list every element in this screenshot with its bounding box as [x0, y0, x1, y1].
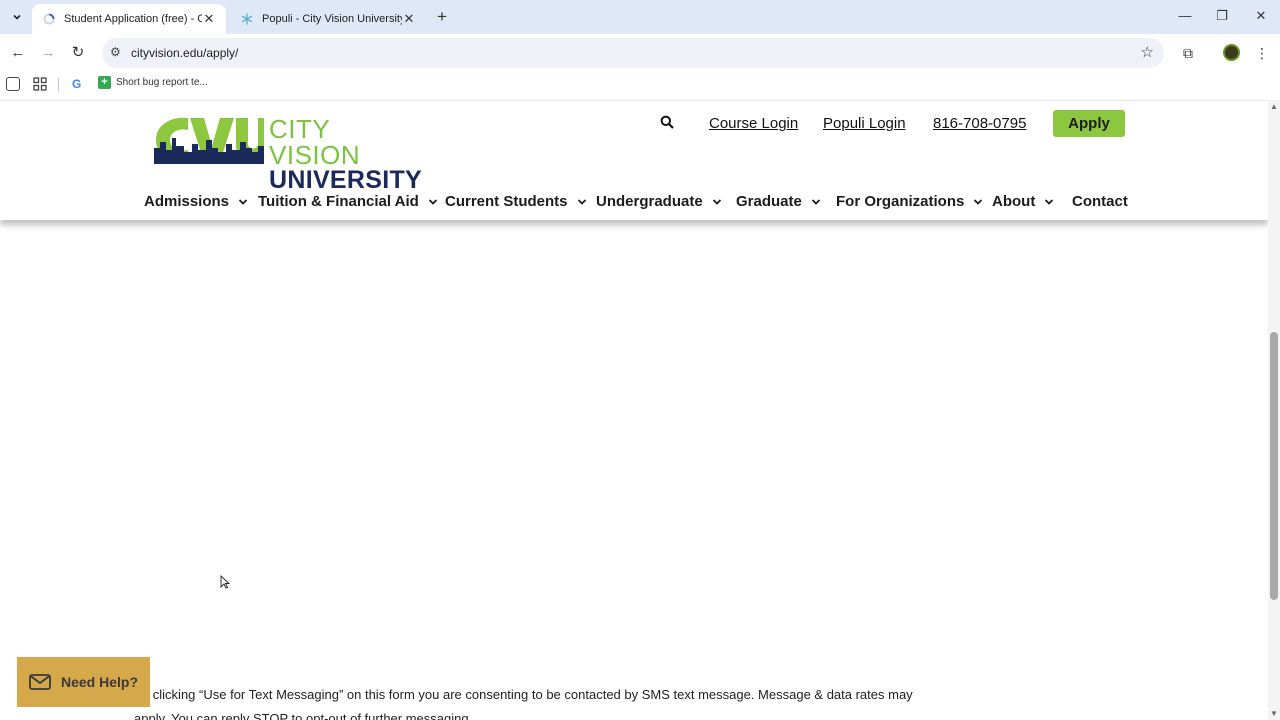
extensions-puzzle-icon[interactable]: ⧉ — [1178, 43, 1198, 63]
forward-arrow-icon[interactable]: → — [38, 43, 58, 63]
web-page: CITY VISION UNIVERSITY Course Login Popu… — [0, 100, 1268, 720]
main-navigation: Admissions Tuition & Financial Aid Curre… — [0, 193, 1268, 215]
nav-graduate[interactable]: Graduate — [736, 193, 821, 210]
profile-avatar[interactable] — [1223, 44, 1240, 61]
back-arrow-icon[interactable]: ← — [8, 43, 28, 63]
nav-label: Current Students — [445, 193, 568, 210]
nav-admissions[interactable]: Admissions — [144, 193, 248, 210]
need-help-button[interactable]: Need Help? — [17, 657, 150, 707]
tab-title: Populi - City Vision University — [262, 13, 402, 25]
reload-icon[interactable]: ↻ — [68, 43, 88, 63]
apply-button[interactable]: Apply — [1053, 110, 1125, 137]
close-tab-icon[interactable]: ✕ — [202, 11, 216, 27]
nav-label: Undergraduate — [596, 193, 703, 210]
chevron-down-icon — [1045, 198, 1054, 205]
course-login-link[interactable]: Course Login — [709, 115, 798, 132]
sms-consent-text: By clicking “Use for Text Messaging” on … — [134, 687, 913, 720]
cvu-skyline-logo-icon — [154, 117, 264, 164]
search-icon[interactable] — [660, 115, 676, 131]
envelope-icon — [29, 674, 51, 690]
scrollbar-thumb[interactable] — [1270, 332, 1278, 600]
chevron-down-icon — [428, 198, 437, 205]
address-bar[interactable]: ⚙ cityvision.edu/apply/ ☆ — [102, 38, 1164, 68]
minimize-icon[interactable]: — — [1175, 8, 1195, 23]
chevron-down-icon — [238, 198, 248, 205]
tab-groups-icon[interactable] — [6, 77, 20, 91]
nav-for-organizations[interactable]: For Organizations — [836, 193, 983, 210]
loading-spinner-icon — [42, 12, 56, 26]
tab-populi[interactable]: Populi - City Vision University ✕ — [230, 4, 426, 34]
tab-strip: Student Application (free) - City ✕ Popu… — [0, 0, 1280, 34]
close-window-icon[interactable]: ✕ — [1251, 8, 1271, 24]
nav-label: About — [992, 193, 1036, 210]
page-content: By clicking “Use for Text Messaging” on … — [0, 220, 1268, 720]
phone-link[interactable]: 816-708-0795 — [933, 115, 1026, 132]
site-settings-icon[interactable]: ⚙ — [110, 45, 121, 59]
page-scrollbar[interactable]: ▲ ▼ — [1268, 100, 1280, 720]
green-plus-icon: + — [98, 76, 111, 89]
cvu-logo[interactable]: CITY VISION UNIVERSITY — [154, 114, 422, 193]
chevron-down-icon — [712, 198, 721, 205]
nav-current-students[interactable]: Current Students — [445, 193, 587, 210]
logo-line-city-vision: CITY VISION — [269, 114, 361, 170]
bookmark-short-bug-report[interactable]: + Short bug report te... — [98, 76, 208, 89]
logo-line-university: UNIVERSITY — [269, 166, 423, 194]
chevron-down-icon — [577, 198, 586, 205]
nav-tuition-financial-aid[interactable]: Tuition & Financial Aid — [258, 193, 438, 210]
nav-about[interactable]: About — [992, 193, 1054, 210]
tab-student-application[interactable]: Student Application (free) - City ✕ — [32, 4, 226, 34]
chevron-down-icon — [811, 198, 820, 205]
tab-search-chevron-icon[interactable] — [6, 6, 28, 28]
bookmarks-bar: G + Short bug report te... — [0, 72, 1280, 96]
nav-label: Tuition & Financial Aid — [258, 193, 419, 210]
nav-undergraduate[interactable]: Undergraduate — [596, 193, 722, 210]
need-help-label: Need Help? — [60, 674, 138, 690]
scroll-down-arrow-icon[interactable]: ▼ — [1270, 709, 1278, 718]
bookmark-separator — [58, 78, 59, 92]
site-header: CITY VISION UNIVERSITY Course Login Popu… — [0, 101, 1268, 220]
chevron-down-icon — [974, 198, 983, 205]
nav-label: Admissions — [144, 193, 230, 210]
google-g-icon[interactable]: G — [72, 77, 86, 91]
nav-label: Graduate — [736, 193, 802, 210]
new-tab-plus-icon[interactable]: + — [432, 7, 452, 27]
restore-icon[interactable]: ❐ — [1212, 8, 1232, 24]
apps-grid-icon[interactable] — [33, 77, 47, 91]
scroll-up-arrow-icon[interactable]: ▲ — [1270, 102, 1278, 111]
snowflake-icon — [240, 12, 254, 26]
menu-kebab-icon[interactable]: ⋮ — [1252, 43, 1272, 63]
browser-toolbar: ← → ↻ ⚙ cityvision.edu/apply/ ☆ ⧉ ⋮ — [0, 34, 1280, 72]
populi-login-link[interactable]: Populi Login — [823, 115, 906, 132]
nav-contact[interactable]: Contact — [1072, 193, 1128, 210]
tab-title: Student Application (free) - City — [64, 13, 202, 25]
nav-label: For Organizations — [836, 193, 965, 210]
bookmark-star-icon[interactable]: ☆ — [1141, 43, 1154, 61]
bookmark-label: Short bug report te... — [116, 77, 208, 88]
nav-label: Contact — [1072, 193, 1128, 210]
close-tab-icon[interactable]: ✕ — [402, 11, 416, 27]
mouse-cursor-icon — [220, 575, 230, 589]
url-text[interactable]: cityvision.edu/apply/ — [131, 46, 238, 60]
logo-wordmark: CITY VISION UNIVERSITY — [269, 116, 422, 193]
